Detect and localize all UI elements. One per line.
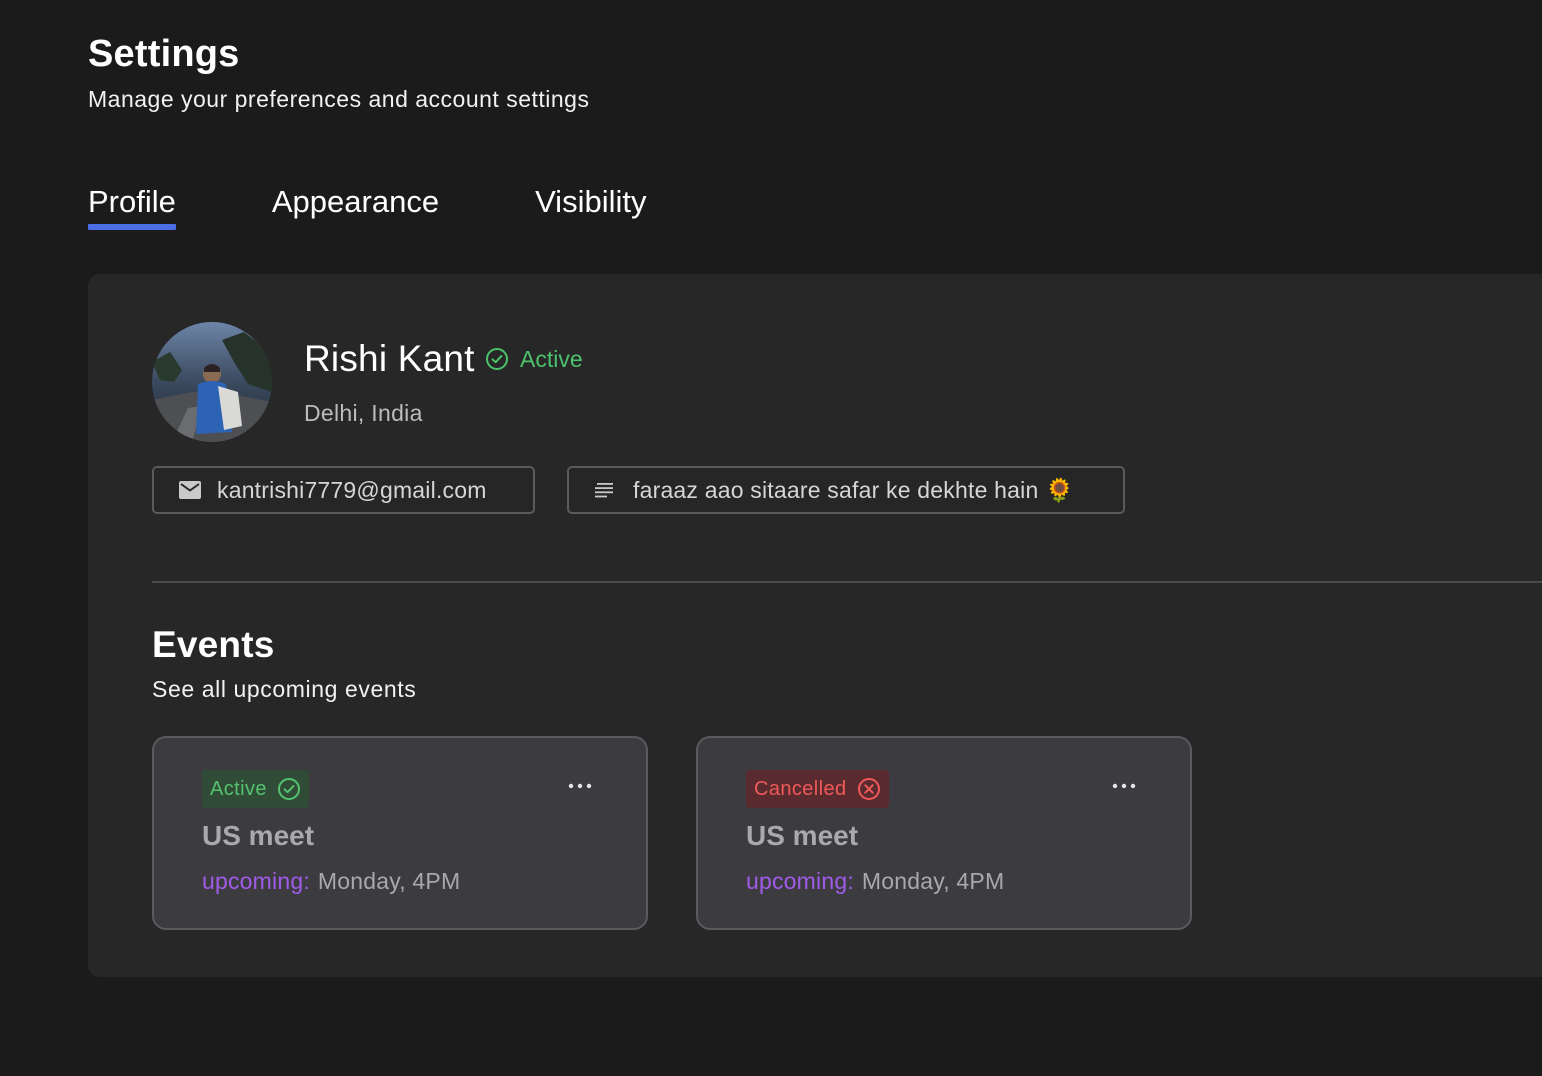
event-card[interactable]: Active US meet upcoming: Monday, 4PM — [152, 736, 648, 930]
settings-tabs: Profile Appearance Visibility — [88, 180, 646, 232]
status-badge: Active — [202, 770, 309, 808]
tab-appearance[interactable]: Appearance — [272, 180, 439, 230]
event-time-value: Monday, 4PM — [317, 868, 461, 894]
events-title: Events — [152, 624, 275, 665]
avatar-photo — [152, 322, 272, 442]
profile-panel: Rishi Kant Active Delhi, India kantrishi… — [88, 274, 1542, 977]
status-badge-label: Active — [210, 777, 267, 800]
events-subtitle: See all upcoming events — [152, 676, 417, 702]
user-location: Delhi, India — [304, 400, 423, 426]
more-options-button[interactable] — [566, 776, 594, 796]
more-horizontal-icon — [1112, 783, 1136, 789]
upcoming-label: upcoming: — [202, 868, 310, 894]
page-title: Settings — [88, 33, 240, 75]
email-chip[interactable]: kantrishi7779@gmail.com — [152, 466, 535, 514]
text-lines-icon — [595, 481, 615, 499]
tab-visibility[interactable]: Visibility — [535, 180, 646, 230]
event-time: upcoming: Monday, 4PM — [746, 866, 1004, 896]
email-text: kantrishi7779@gmail.com — [217, 476, 487, 503]
status-badge-label: Cancelled — [754, 777, 847, 800]
more-horizontal-icon — [568, 783, 592, 789]
x-circle-icon — [857, 778, 880, 800]
event-title: US meet — [202, 820, 315, 851]
event-title: US meet — [746, 820, 859, 851]
status-badge: Cancelled — [746, 770, 889, 808]
user-status-label: Active — [520, 346, 583, 372]
bio-chip[interactable]: faraaz aao sitaare safar ke dekhte hain … — [567, 466, 1125, 514]
mail-icon — [179, 481, 201, 499]
avatar — [152, 322, 272, 442]
section-divider — [152, 581, 1542, 583]
event-time: upcoming: Monday, 4PM — [202, 866, 460, 896]
page-subtitle: Manage your preferences and account sett… — [88, 86, 590, 112]
user-status: Active — [485, 344, 583, 374]
check-circle-icon — [486, 348, 508, 370]
event-card[interactable]: Cancelled US meet upcoming: Monday, 4PM — [696, 736, 1192, 930]
check-circle-icon — [277, 778, 300, 800]
upcoming-label: upcoming: — [746, 868, 854, 894]
tab-profile[interactable]: Profile — [88, 180, 176, 230]
more-options-button[interactable] — [1110, 776, 1138, 796]
bio-text: faraaz aao sitaare safar ke dekhte hain … — [633, 476, 1074, 503]
user-name: Rishi Kant — [304, 338, 475, 379]
event-time-value: Monday, 4PM — [861, 868, 1005, 894]
